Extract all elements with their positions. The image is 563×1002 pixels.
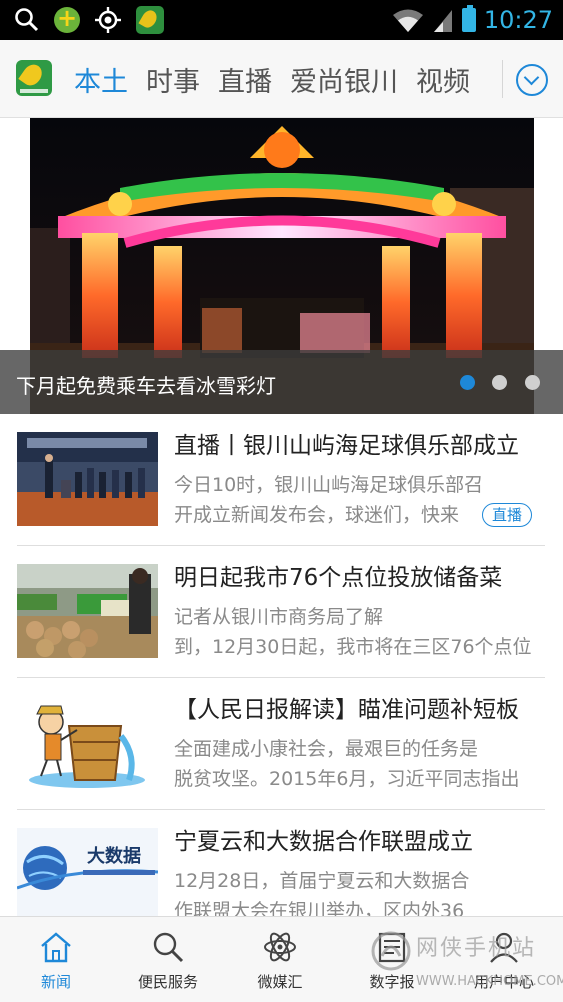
nav-label: 微媒汇	[257, 973, 303, 991]
nav-label: 新闻	[40, 973, 71, 991]
tab-live[interactable]: 直播	[218, 60, 272, 99]
status-right-icons: 10:27	[392, 4, 553, 36]
nav-label: 数字报	[369, 973, 415, 991]
carousel-dot-2[interactable]	[492, 375, 507, 390]
banner-caption: 下月起免费乘车去看冰雪彩灯	[16, 374, 276, 398]
tab-divider	[502, 60, 503, 98]
wifi-icon	[392, 9, 423, 32]
app-plus-icon	[54, 4, 80, 33]
nav-services[interactable]: 便民服务	[112, 917, 224, 1002]
search-icon	[153, 932, 184, 963]
news-thumbnail	[17, 432, 158, 526]
nav-digital-paper[interactable]: 数字报	[336, 917, 448, 1002]
nav-media[interactable]: 微媒汇	[224, 917, 336, 1002]
tab-current-affairs[interactable]: 时事	[146, 60, 200, 99]
tab-love-yinchuan[interactable]: 爱尚银川	[290, 60, 398, 99]
news-thumbnail	[17, 696, 158, 790]
battery-icon	[461, 5, 476, 32]
top-nav-bar: 本土 时事 直播 爱尚银川 视频	[0, 40, 563, 118]
tab-local[interactable]: 本土	[74, 60, 128, 99]
news-title: 【人民日报解读】瞄准问题补短板	[174, 697, 519, 723]
status-bar: 10:27	[0, 0, 563, 40]
nav-label: 用户中心	[473, 973, 534, 991]
status-left-icons	[14, 4, 164, 35]
live-badge: 直播	[482, 503, 532, 527]
signal-icon	[433, 10, 452, 32]
nav-news[interactable]: 新闻	[0, 917, 112, 1002]
search-icon	[15, 8, 39, 32]
news-title: 宁夏云和大数据合作联盟成立	[174, 829, 473, 855]
news-title: 直播丨银川山屿海足球俱乐部成立	[174, 433, 519, 459]
nav-label: 便民服务	[137, 973, 198, 991]
tab-video[interactable]: 视频	[416, 60, 470, 99]
banner-caption-bar: 下月起免费乘车去看冰雪彩灯	[0, 350, 563, 414]
bottom-nav: 新闻 便民服务 微媒汇 数字报 用户中心	[0, 916, 563, 1002]
news-item[interactable]: 明日起我市76个点位投放储备菜 记者从银川市商务局了解 到，12月30日起，我市…	[0, 546, 563, 676]
news-thumbnail	[17, 564, 158, 658]
atom-icon	[264, 932, 296, 962]
thumb-caption: 大数据	[87, 845, 141, 867]
nav-user-center[interactable]: 用户中心	[448, 917, 560, 1002]
home-icon	[41, 932, 71, 963]
app-logo-icon	[16, 60, 52, 96]
app-icon	[136, 6, 164, 34]
chevron-down-icon[interactable]	[516, 64, 548, 96]
news-title: 明日起我市76个点位投放储备菜	[174, 565, 503, 591]
channel-tabs: 本土 时事 直播 爱尚银川 视频	[74, 40, 488, 118]
news-item[interactable]: 直播丨银川山屿海足球俱乐部成立 今日10时，银川山屿海足球俱乐部召 开成立新闻发…	[0, 414, 563, 544]
news-summary: 记者从银川市商务局了解 到，12月30日起，我市将在三区76个点位	[174, 606, 532, 658]
news-item[interactable]: 【人民日报解读】瞄准问题补短板 全面建成小康社会，最艰巨的任务是 脱贫攻坚。20…	[0, 678, 563, 808]
newspaper-icon	[378, 932, 406, 963]
news-thumbnail: 大数据	[17, 828, 158, 922]
gps-icon	[95, 7, 121, 33]
carousel-dot-3[interactable]	[525, 375, 540, 390]
clock: 10:27	[483, 6, 553, 34]
user-icon	[490, 932, 518, 963]
news-summary: 全面建成小康社会，最艰巨的任务是 脱贫攻坚。2015年6月，习近平同志指出	[174, 738, 520, 790]
carousel-dot-1[interactable]	[460, 375, 475, 390]
